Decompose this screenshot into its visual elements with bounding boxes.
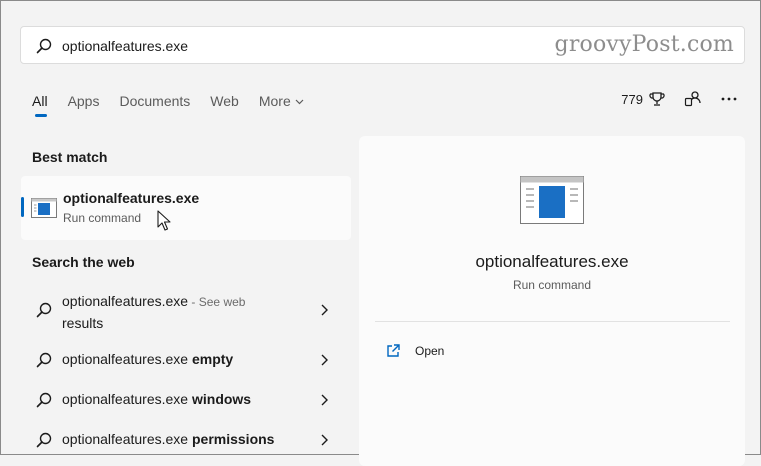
search-icon xyxy=(36,392,52,408)
watermark: groovyPost.com xyxy=(554,32,734,57)
rewards-trophy-icon[interactable] xyxy=(647,89,667,109)
best-match-heading: Best match xyxy=(32,149,108,165)
mouse-cursor-icon xyxy=(157,210,171,231)
account-switch-icon[interactable] xyxy=(683,89,703,109)
web-result-suggestion: empty xyxy=(191,351,234,367)
tab-documents[interactable]: Documents xyxy=(119,92,190,118)
window-app-icon xyxy=(31,198,57,218)
web-result-text: optionalfeatures.exe windows xyxy=(62,391,251,407)
preview-panel: optionalfeatures.exe Run command Open xyxy=(359,136,745,466)
web-result-query: optionalfeatures.exe xyxy=(62,293,189,309)
web-result-text: optionalfeatures.exe permissions xyxy=(62,431,274,447)
web-result-query: optionalfeatures.exe xyxy=(62,431,192,447)
best-match-title: optionalfeatures.exe xyxy=(63,190,200,206)
web-result-suggestion: permissions xyxy=(191,431,275,447)
divider xyxy=(375,321,730,322)
search-icon xyxy=(36,38,52,54)
web-result-suggestion: windows xyxy=(191,391,252,407)
more-options-icon[interactable] xyxy=(719,89,739,109)
tab-all[interactable]: All xyxy=(32,92,48,118)
preview-title: optionalfeatures.exe xyxy=(475,252,629,271)
toolbar-right: 779 xyxy=(621,89,739,109)
web-result-note-line2: results xyxy=(62,315,104,331)
tab-more-label: More xyxy=(258,93,291,109)
selection-indicator xyxy=(21,197,24,217)
tab-web[interactable]: Web xyxy=(210,92,239,118)
web-result-query: optionalfeatures.exe xyxy=(62,351,192,367)
best-match-subtitle: Run command xyxy=(63,211,142,225)
tab-apps[interactable]: Apps xyxy=(68,92,100,118)
rewards-points: 779 xyxy=(621,91,643,107)
open-label: Open xyxy=(415,344,445,358)
web-result-item[interactable]: optionalfeatures.exe windows xyxy=(21,386,351,414)
chevron-right-icon xyxy=(321,354,328,366)
web-result-text: optionalfeatures.exe - See web xyxy=(62,293,245,309)
chevron-right-icon xyxy=(321,394,328,406)
preview-subtitle: Run command xyxy=(512,278,592,292)
chevron-down-icon xyxy=(295,99,304,105)
open-external-icon xyxy=(387,344,400,357)
best-match-result[interactable]: optionalfeatures.exe Run command xyxy=(21,176,351,240)
search-icon xyxy=(36,432,52,448)
chevron-right-icon xyxy=(321,304,328,316)
web-result-item[interactable]: optionalfeatures.exe permissions xyxy=(21,426,351,454)
filter-tabs: All Apps Documents Web More xyxy=(32,92,324,118)
search-bar[interactable]: groovyPost.com xyxy=(20,26,745,64)
web-result-item[interactable]: optionalfeatures.exe empty xyxy=(21,346,351,374)
web-result-query: optionalfeatures.exe xyxy=(62,391,192,407)
chevron-right-icon xyxy=(321,434,328,446)
web-result-note: - See web xyxy=(188,295,246,309)
web-result-item[interactable]: optionalfeatures.exe - See web results xyxy=(21,290,351,334)
search-web-heading: Search the web xyxy=(32,254,135,270)
window-app-icon xyxy=(520,176,584,224)
search-icon xyxy=(36,302,52,318)
tab-more[interactable]: More xyxy=(259,92,304,118)
search-input[interactable] xyxy=(62,36,522,56)
web-result-text: optionalfeatures.exe empty xyxy=(62,351,233,367)
search-icon xyxy=(36,352,52,368)
